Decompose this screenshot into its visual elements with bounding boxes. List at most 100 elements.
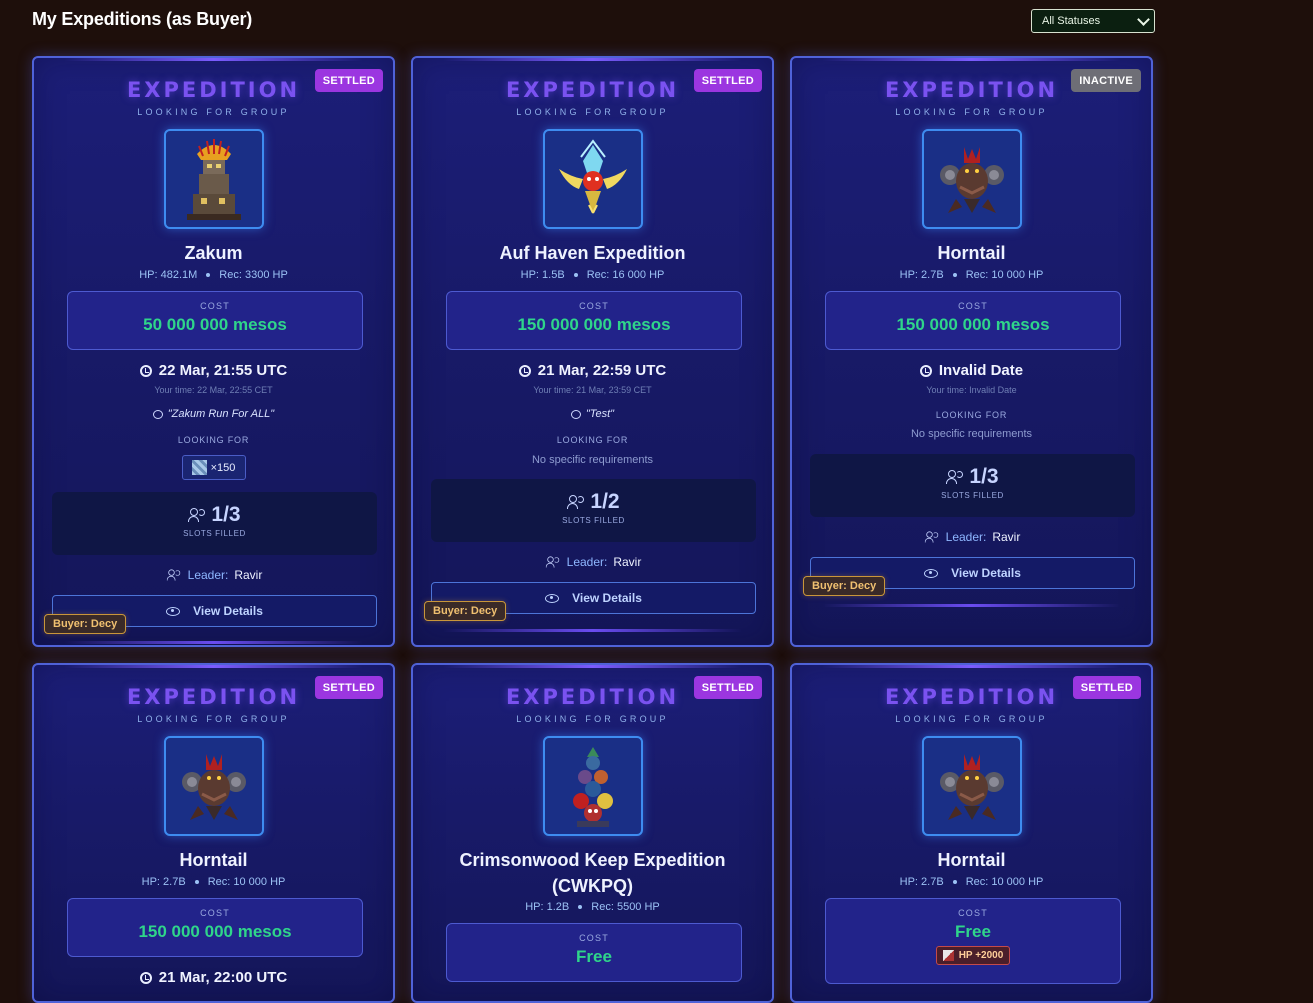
hp-label: HP:	[899, 269, 918, 281]
time-row: Invalid Date	[792, 362, 1151, 379]
cost-value: Free	[955, 922, 991, 941]
users-icon	[946, 470, 964, 484]
horntail-sprite-icon	[181, 754, 246, 820]
chat-bubble-icon	[570, 409, 581, 419]
clock-icon	[139, 971, 152, 984]
boss-image	[163, 736, 264, 836]
time-value: 21 Mar, 22:00 UTC	[158, 969, 288, 986]
expedition-subheading: LOOKING FOR GROUP	[895, 107, 1048, 117]
cost-value: 150 000 000 mesos	[896, 315, 1050, 334]
expedition-subheading: LOOKING FOR GROUP	[516, 714, 669, 724]
buyer-tag: Buyer: Decy	[44, 614, 127, 634]
rec-value: 3300 HP	[244, 269, 288, 281]
status-badge: SETTLED	[1072, 676, 1141, 699]
expedition-card[interactable]: EXPEDITION LOOKING FOR GROUP SETTLED Cri…	[411, 663, 774, 1003]
rec-value: 5500 HP	[616, 901, 660, 913]
hp-value: 2.7B	[921, 269, 944, 281]
view-details-label: View Details	[572, 591, 642, 605]
boss-name: Crimsonwood Keep Expedition (CWKPQ)	[413, 847, 772, 899]
time-row: 21 Mar, 22:59 UTC	[413, 362, 772, 379]
boss-stats: HP: 2.7B Rec: 10 000 HP	[34, 876, 393, 888]
your-time-label: Your time:	[533, 385, 574, 395]
slots-box: 1/3 SLOTS FILLED	[52, 492, 377, 555]
your-time: Your time: 22 Mar, 22:55 CET	[34, 385, 393, 395]
boss-image	[542, 129, 643, 229]
leader-name: Ravir	[613, 555, 642, 569]
cost-box: COST 150 000 000 mesos	[67, 898, 363, 957]
boss-image	[542, 736, 643, 836]
your-time-label: Your time:	[154, 385, 195, 395]
cost-value: Free	[576, 947, 612, 966]
expedition-card[interactable]: EXPEDITION LOOKING FOR GROUP INACTIVE Ho…	[790, 56, 1153, 647]
cost-label: COST	[200, 301, 230, 311]
hp-bonus-chip: HP +2000	[935, 946, 1011, 965]
boss-image	[921, 129, 1022, 229]
cost-label: COST	[579, 933, 609, 943]
cost-label: COST	[579, 301, 609, 311]
rec-label: Rec:	[965, 269, 989, 281]
looking-for-label: LOOKING FOR	[177, 435, 250, 445]
slots-value: 1/3	[969, 465, 999, 488]
boss-stats: HP: 1.5B Rec: 16 000 HP	[413, 269, 772, 281]
status-filter-select[interactable]: All Statuses	[1031, 9, 1155, 33]
boss-stats: HP: 2.7B Rec: 10 000 HP	[792, 269, 1151, 281]
rec-label: Rec:	[219, 269, 242, 281]
leader-name: Ravir	[234, 568, 263, 582]
rec-value: 10 000 HP	[233, 876, 286, 888]
cost-label: COST	[200, 908, 230, 918]
horntail-sprite-icon	[939, 754, 1004, 820]
boss-stats: HP: 1.2B Rec: 5500 HP	[413, 901, 772, 913]
boss-name: Horntail	[937, 850, 1006, 870]
eye-icon	[166, 606, 181, 616]
users-icon	[166, 569, 180, 581]
slots-box: 1/2 SLOTS FILLED	[431, 479, 756, 542]
clock-icon	[139, 364, 152, 377]
hp-value: 1.5B	[542, 269, 565, 281]
expedition-card[interactable]: EXPEDITION LOOKING FOR GROUP SETTLED Hor…	[32, 663, 395, 1003]
boss-name-line-1: Crimsonwood Keep Expedition	[459, 850, 726, 870]
expedition-card[interactable]: EXPEDITION LOOKING FOR GROUP SETTLED Hor…	[790, 663, 1153, 1003]
hp-label: HP:	[139, 269, 158, 281]
hp-value: 1.2B	[546, 901, 570, 913]
time-value: Invalid Date	[938, 362, 1024, 379]
leader-name: Ravir	[992, 530, 1021, 544]
buyer-tag: Buyer: Decy	[424, 601, 507, 621]
boss-stats: HP: 2.7B Rec: 10 000 HP	[792, 876, 1151, 888]
hp-value: 2.7B	[921, 876, 944, 888]
boss-stats: HP: 482.1M Rec: 3300 HP	[34, 269, 393, 281]
users-icon	[188, 508, 206, 522]
looking-for-label: LOOKING FOR	[556, 435, 629, 445]
rec-value: 10 000 HP	[991, 876, 1044, 888]
expedition-subheading: LOOKING FOR GROUP	[895, 714, 1048, 724]
cost-box: COST 50 000 000 mesos	[67, 291, 363, 350]
hp-bonus-value: HP +2000	[958, 950, 1004, 961]
eye-icon	[545, 593, 560, 603]
rec-label: Rec:	[586, 269, 610, 281]
expedition-card[interactable]: EXPEDITION LOOKING FOR GROUP SETTLED Auf…	[411, 56, 774, 647]
boss-name: Zakum	[184, 243, 243, 263]
leader-row: Leader: Ravir	[34, 568, 393, 582]
looking-for-label: LOOKING FOR	[935, 410, 1008, 420]
expedition-subheading: LOOKING FOR GROUP	[516, 107, 669, 117]
hp-label: HP:	[520, 269, 539, 281]
item-icon	[942, 950, 954, 961]
boss-name-line-2: (CWKPQ)	[552, 876, 633, 896]
your-time: Your time: Invalid Date	[792, 385, 1151, 395]
cwkpq-sprite-icon	[572, 747, 613, 827]
hp-label: HP:	[899, 876, 918, 888]
eye-icon	[924, 568, 939, 578]
note-row: "Test"	[413, 408, 772, 420]
status-badge: SETTLED	[314, 676, 383, 699]
cost-value: 50 000 000 mesos	[143, 315, 287, 334]
divider	[822, 604, 1121, 607]
item-icon	[191, 460, 207, 475]
time-value: 21 Mar, 22:59 UTC	[537, 362, 667, 379]
rec-label: Rec:	[965, 876, 989, 888]
hp-label: HP:	[525, 901, 544, 913]
horntail-sprite-icon	[939, 147, 1004, 213]
status-filter-value: All Statuses	[1042, 15, 1101, 27]
page-title: My Expeditions (as Buyer)	[32, 9, 253, 29]
view-details-label: View Details	[951, 566, 1021, 580]
expedition-card[interactable]: EXPEDITION LOOKING FOR GROUP SETTLED Zak…	[32, 56, 395, 647]
slots-value: 1/2	[590, 490, 620, 513]
